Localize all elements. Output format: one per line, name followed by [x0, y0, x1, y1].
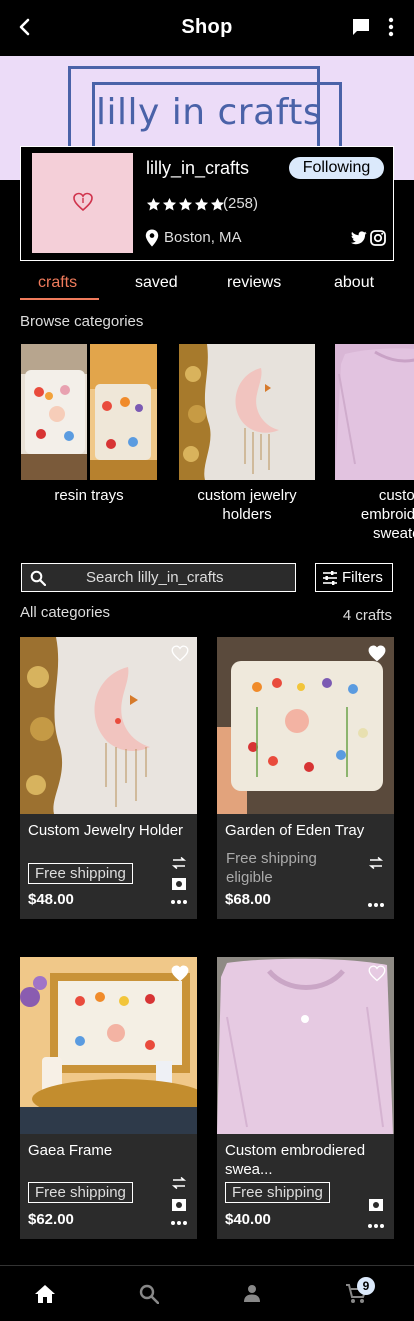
more-horizontal-icon[interactable]: [367, 1223, 385, 1229]
cash-icon: [172, 1199, 186, 1211]
category-label: custom embroidered sweaters: [360, 487, 414, 542]
product-card[interactable]: Gaea Frame Free shipping $62.00: [20, 957, 197, 1239]
product-name: Custom embrodiered swea...: [225, 1142, 366, 1178]
category-image: [335, 344, 414, 480]
shop-info-card: lilly_in_crafts Following (258) Boston, …: [20, 146, 394, 261]
more-horizontal-icon[interactable]: [170, 1220, 188, 1226]
category-image: [21, 344, 157, 480]
more-horizontal-icon[interactable]: [367, 902, 385, 908]
star-icon: [146, 197, 161, 210]
star-icon: [194, 197, 209, 210]
product-card[interactable]: Custom embrodiered swea... Free shipping…: [217, 957, 394, 1239]
free-shipping-text: Free shipping eligible: [226, 850, 317, 886]
product-price: $48.00: [28, 891, 74, 908]
product-image: [20, 637, 197, 814]
favorite-heart-icon[interactable]: [368, 965, 386, 982]
search-icon: [30, 570, 46, 586]
shop-search-input[interactable]: Search lilly_in_crafts: [21, 563, 296, 592]
product-name: Garden of Eden Tray: [225, 822, 365, 839]
message-icon[interactable]: [352, 18, 370, 36]
profile-icon[interactable]: [243, 1284, 261, 1302]
category-label: resin trays: [54, 487, 124, 504]
product-image: [217, 637, 394, 814]
all-categories-label[interactable]: All categories: [20, 604, 110, 621]
category-card[interactable]: custom jewelry holders: [179, 344, 315, 524]
shop-name[interactable]: lilly_in_crafts: [146, 158, 249, 179]
repeat-icon: [171, 856, 187, 870]
free-shipping-badge: Free shipping: [28, 863, 133, 884]
star-icon: [162, 197, 177, 210]
more-horizontal-icon[interactable]: [170, 899, 188, 905]
crafts-count: 4 crafts: [342, 607, 392, 624]
product-card[interactable]: Garden of Eden Tray Free shipping eligib…: [217, 637, 394, 919]
product-name: Custom Jewelry Holder: [28, 822, 184, 839]
search-icon[interactable]: [139, 1284, 159, 1304]
cash-icon: [369, 1199, 383, 1211]
filters-label: Filters: [342, 569, 383, 586]
product-name: Gaea Frame: [28, 1142, 113, 1159]
category-card[interactable]: custom embroidered sweaters: [335, 344, 414, 543]
tab-about[interactable]: about: [334, 274, 374, 292]
product-price: $40.00: [225, 1211, 271, 1228]
shop-avatar: [32, 153, 133, 253]
category-carousel[interactable]: resin trays custom jewelry holders custo…: [0, 344, 414, 554]
following-button[interactable]: Following: [289, 157, 384, 179]
category-image: [179, 344, 315, 480]
category-card[interactable]: resin trays: [21, 344, 157, 505]
cart-count-badge: 9: [357, 1277, 375, 1295]
shop-tabs: crafts saved reviews about: [0, 268, 414, 302]
shop-location: Boston, MA: [164, 229, 242, 246]
favorite-heart-icon[interactable]: [171, 965, 189, 982]
product-card[interactable]: Custom Jewelry Holder Free shipping $48.…: [20, 637, 197, 919]
favorite-heart-icon[interactable]: [171, 645, 189, 662]
repeat-icon: [171, 1176, 187, 1190]
repeat-icon: [368, 856, 384, 870]
heart-logo-icon: [73, 192, 93, 212]
tab-saved[interactable]: saved: [135, 274, 178, 292]
more-vertical-icon[interactable]: [382, 16, 400, 38]
filters-button[interactable]: Filters: [315, 563, 393, 592]
favorite-heart-icon[interactable]: [368, 645, 386, 662]
browse-categories-heading: Browse categories: [20, 313, 144, 330]
free-shipping-badge: Free shipping: [225, 1182, 330, 1203]
home-icon[interactable]: [34, 1284, 56, 1304]
rating-count[interactable]: (258): [223, 195, 258, 212]
location-pin-icon: [145, 229, 159, 247]
product-image: [217, 957, 394, 1134]
active-tab-indicator: [20, 298, 99, 300]
category-label: custom jewelry holders: [197, 487, 297, 523]
product-price: $68.00: [225, 891, 271, 908]
twitter-icon[interactable]: [351, 231, 367, 245]
cash-icon: [172, 878, 186, 890]
instagram-icon[interactable]: [370, 230, 386, 246]
top-app-bar: Shop: [0, 0, 414, 56]
bottom-navigation: [0, 1265, 414, 1321]
rating-stars: [146, 195, 225, 213]
tab-reviews[interactable]: reviews: [227, 274, 281, 292]
product-image: [20, 957, 197, 1134]
free-shipping-badge: Free shipping: [28, 1182, 133, 1203]
star-icon: [178, 197, 193, 210]
tab-crafts[interactable]: crafts: [38, 274, 77, 292]
banner-logo-text: lilly in crafts: [96, 92, 323, 133]
search-placeholder: Search lilly_in_crafts: [86, 569, 224, 586]
sliders-icon: [323, 571, 337, 585]
product-price: $62.00: [28, 1211, 74, 1228]
